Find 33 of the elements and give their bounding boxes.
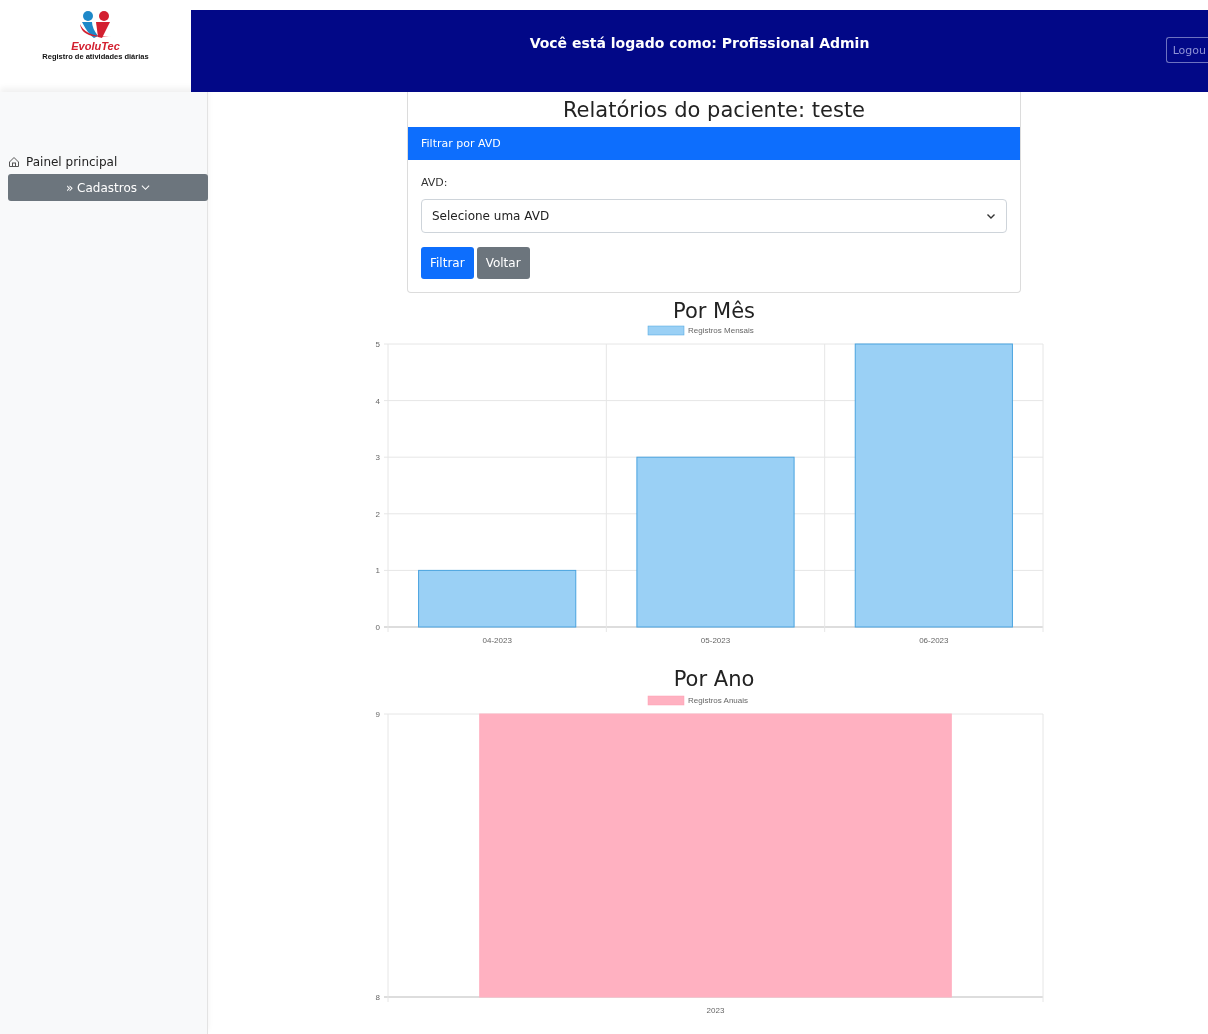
x-tick-label: 2023 bbox=[706, 1006, 725, 1015]
y-tick-label: 8 bbox=[375, 993, 380, 1002]
sidebar-link[interactable]: Painel principal bbox=[0, 150, 207, 174]
x-tick-label: 05-2023 bbox=[700, 636, 731, 645]
chart-heading: Por Ano bbox=[673, 666, 755, 691]
brand-name: EvoluTec bbox=[71, 40, 120, 52]
page-title: Relatórios do paciente: teste bbox=[561, 96, 867, 124]
home-icon bbox=[8, 156, 20, 168]
sidebar-link-label: Painel principal bbox=[26, 155, 118, 169]
legend-swatch bbox=[647, 325, 685, 336]
sidebar-dropdown[interactable]: » Cadastros bbox=[8, 174, 208, 201]
chevron-icon bbox=[986, 211, 996, 221]
y-tick-label: 0 bbox=[375, 623, 380, 632]
legend-label: Registros Mensais bbox=[688, 326, 754, 335]
login-status: Você está logado como: Profissional Admin bbox=[529, 35, 870, 51]
y-tick-label: 3 bbox=[375, 453, 380, 463]
legend-label: Registros Anuais bbox=[688, 696, 749, 705]
back-button[interactable]: Voltar bbox=[476, 247, 530, 279]
select-field[interactable]: Selecione uma AVD bbox=[421, 199, 1007, 233]
y-tick-label: 4 bbox=[375, 396, 380, 406]
y-tick-label: 9 bbox=[375, 710, 380, 719]
x-tick-label: 04-2023 bbox=[482, 636, 512, 645]
y-tick-label: 5 bbox=[375, 340, 380, 349]
logout-button[interactable]: Logou bbox=[1165, 37, 1208, 63]
y-tick-label: 1 bbox=[375, 566, 380, 576]
legend-swatch bbox=[647, 695, 685, 706]
y-tick-label: 2 bbox=[375, 509, 380, 519]
x-tick-label: 06-2023 bbox=[919, 636, 949, 645]
field-label: AVD: bbox=[421, 176, 449, 189]
chevron-icon bbox=[141, 183, 151, 192]
chart-heading: Por Mês bbox=[672, 298, 756, 323]
card-header: Filtrar por AVD bbox=[408, 127, 1020, 160]
filter-button[interactable]: Filtrar bbox=[421, 247, 474, 279]
